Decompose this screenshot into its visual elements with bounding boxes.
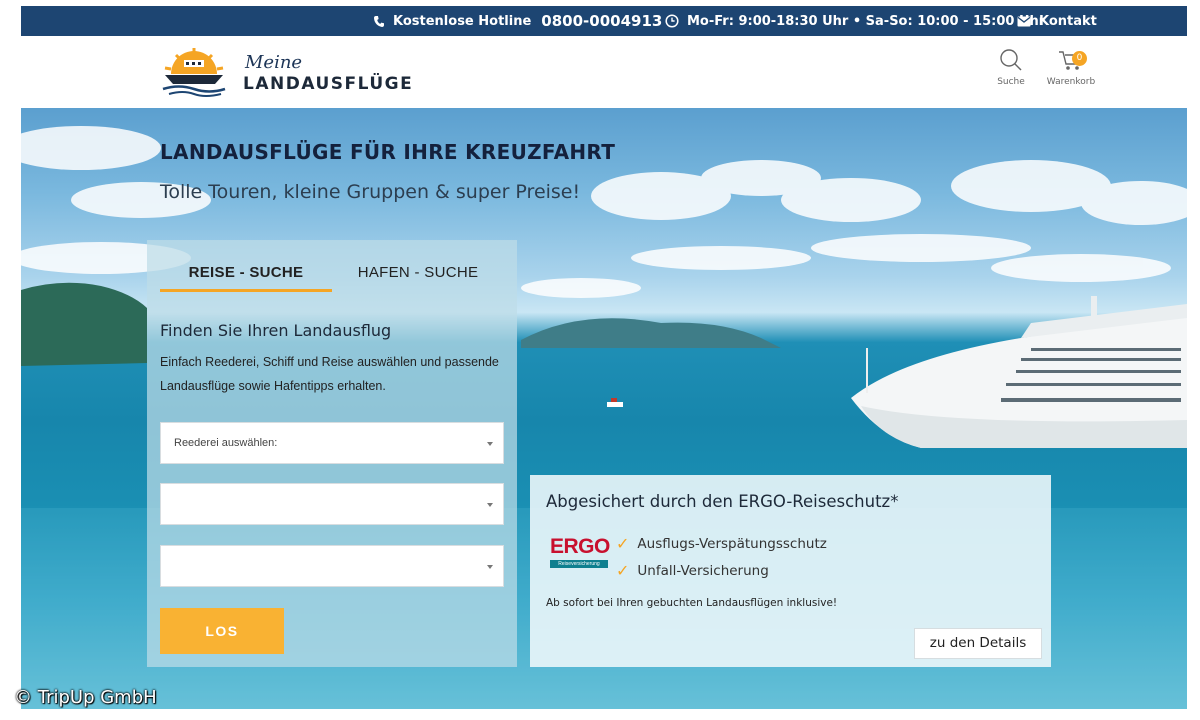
- search-label: Suche: [997, 77, 1025, 87]
- ergo-insurance-box: Abgesichert durch den ERGO-Reiseschutz* …: [530, 475, 1051, 667]
- chevron-down-icon: [487, 565, 493, 569]
- header-search[interactable]: Suche: [991, 48, 1031, 87]
- ergo-feature-item: ✓ Ausflugs-Verspätungsschutz: [616, 534, 827, 553]
- ergo-logo-word: ERGO: [550, 535, 610, 558]
- ergo-feature-label: Unfall-Versicherung: [637, 562, 769, 579]
- site-header: Meine LANDAUSFLÜGE Suche 0 Warenkorb: [21, 36, 1187, 108]
- check-icon: ✓: [616, 561, 630, 580]
- tab-hafen-suche[interactable]: HAFEN - SUCHE: [343, 262, 493, 292]
- clock-icon: [665, 14, 679, 28]
- hero-title: LANDAUSFLÜGE FÜR IHRE KREUZFAHRT: [160, 140, 616, 164]
- hotline[interactable]: Kostenlose Hotline 0800-0004913: [373, 6, 662, 36]
- ergo-box-title: Abgesichert durch den ERGO-Reiseschutz*: [546, 492, 899, 511]
- cruise-ship: [851, 296, 1187, 448]
- phone-icon: [374, 15, 384, 27]
- mail-icon: [1017, 16, 1031, 26]
- check-icon: ✓: [616, 534, 630, 553]
- opening-hours-text: Mo-Fr: 9:00-18:30 Uhr • Sa-So: 10:00 - 1…: [687, 13, 1046, 29]
- cart-label: Warenkorb: [1046, 77, 1096, 87]
- logo-main-text: LANDAUSFLÜGE: [243, 74, 414, 94]
- chevron-down-icon: [487, 442, 493, 446]
- contact-label: Kontakt: [1039, 13, 1097, 29]
- search-icon: [1000, 49, 1022, 71]
- ergo-details-button[interactable]: zu den Details: [914, 628, 1042, 659]
- hero-subtitle: Tolle Touren, kleine Gruppen & super Pre…: [160, 181, 581, 203]
- chevron-down-icon: [487, 503, 493, 507]
- contact-link[interactable]: Kontakt: [1017, 6, 1097, 36]
- search-panel-description: Einfach Reederei, Schiff und Reise auswä…: [160, 355, 499, 393]
- shipping-line-select[interactable]: Reederei auswählen:: [160, 422, 504, 464]
- opening-hours: Mo-Fr: 9:00-18:30 Uhr • Sa-So: 10:00 - 1…: [665, 6, 1045, 36]
- ergo-feature-item: ✓ Unfall-Versicherung: [616, 561, 769, 580]
- hero-banner: LANDAUSFLÜGE FÜR IHRE KREUZFAHRT Tolle T…: [21, 108, 1187, 709]
- ergo-logo-subline: Reiseversicherung: [550, 560, 608, 568]
- hotline-number[interactable]: 0800-0004913: [541, 12, 662, 30]
- tab-reise-suche[interactable]: REISE - SUCHE: [160, 262, 332, 292]
- ergo-logo: ERGO Reiseversicherung: [550, 536, 610, 570]
- search-panel-title: Finden Sie Ihren Landausflug: [160, 321, 392, 340]
- trip-search-panel: REISE - SUCHE HAFEN - SUCHE Finden Sie I…: [147, 240, 517, 667]
- shipping-line-select-value: Reederei auswählen:: [174, 437, 278, 449]
- hotline-label: Kostenlose Hotline: [393, 13, 532, 29]
- header-cart[interactable]: 0 Warenkorb: [1041, 48, 1101, 87]
- ergo-feature-label: Ausflugs-Verspätungsschutz: [637, 535, 827, 552]
- site-logo[interactable]: Meine LANDAUSFLÜGE: [159, 46, 419, 98]
- trip-select[interactable]: [160, 545, 504, 587]
- ergo-note: Ab sofort bei Ihren gebuchten Landausflü…: [546, 597, 838, 609]
- search-submit-button[interactable]: LOS: [160, 608, 284, 654]
- cart-count-badge: 0: [1072, 51, 1087, 66]
- ship-select[interactable]: [160, 483, 504, 525]
- logo-script-text: Meine: [245, 52, 303, 73]
- ship-logo-icon: [162, 48, 226, 97]
- top-info-bar: Kostenlose Hotline 0800-0004913 Mo-Fr: 9…: [21, 6, 1187, 36]
- copyright-watermark: © TripUp GmbH: [14, 687, 157, 708]
